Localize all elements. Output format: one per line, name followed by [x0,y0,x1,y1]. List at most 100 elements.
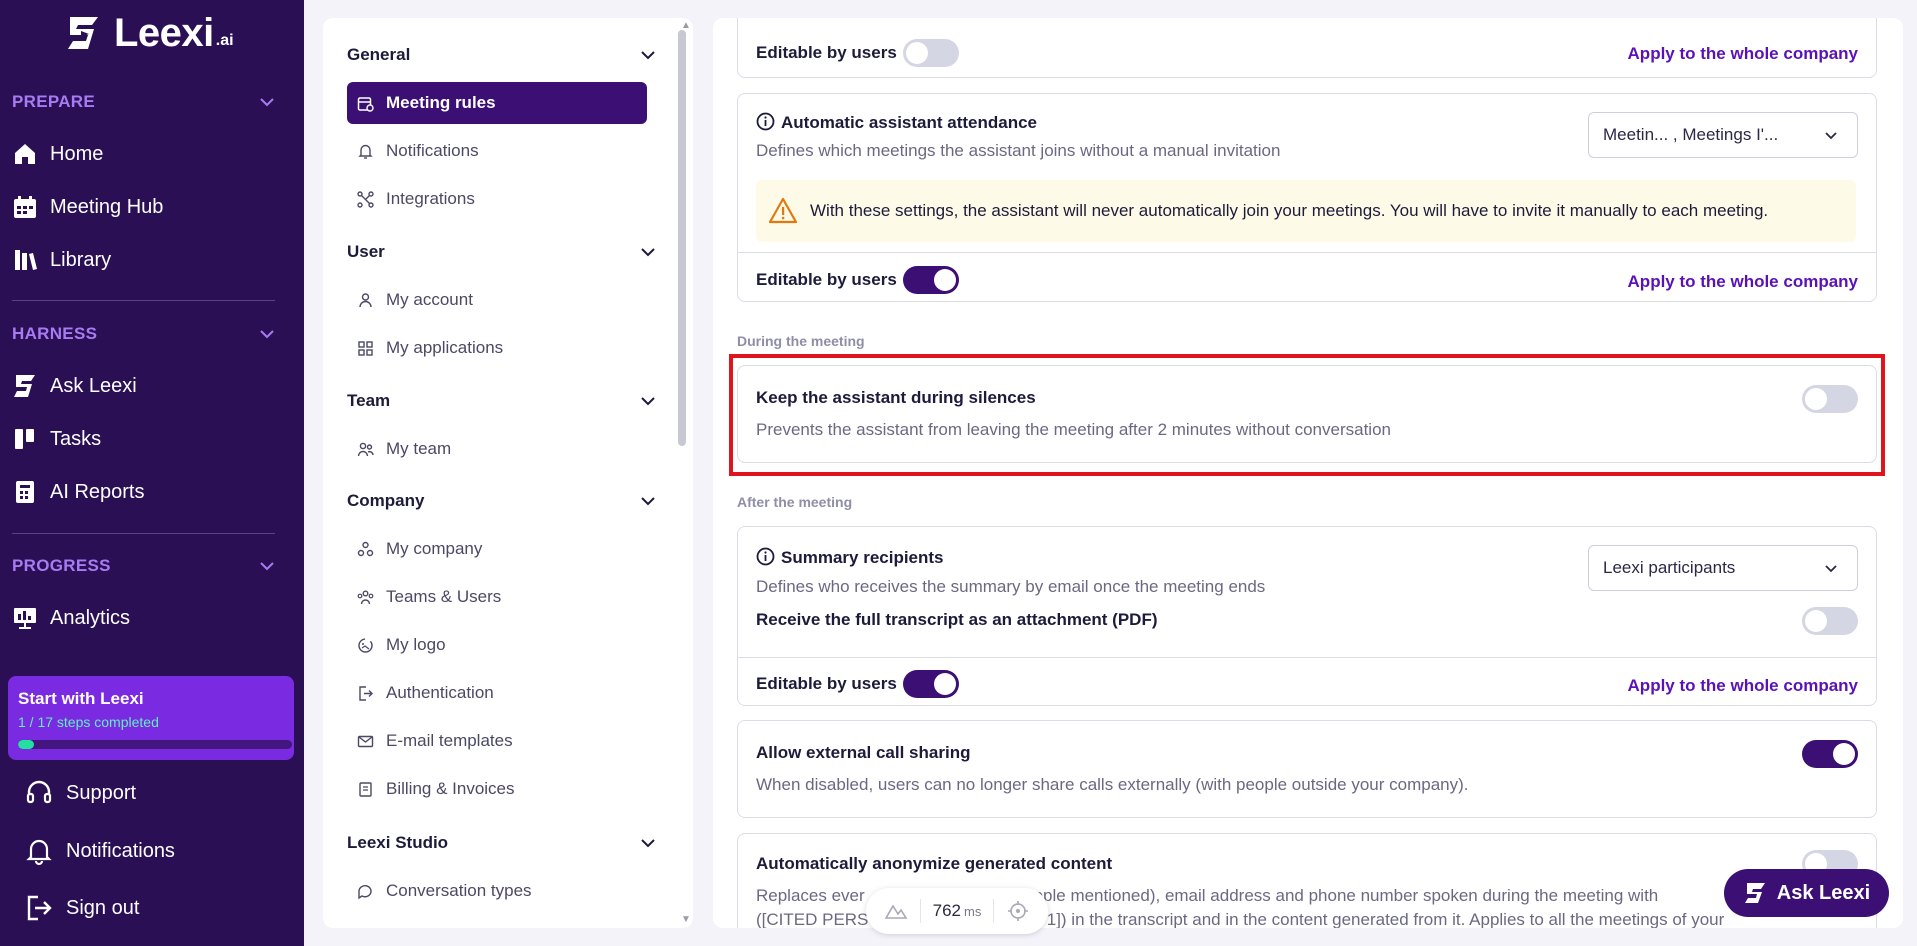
bell-icon [26,839,52,866]
attendance-select-value: Meetin... , Meetings I'... [1603,125,1779,144]
external-sharing-toggle[interactable] [1802,740,1858,768]
nav-sign-out[interactable]: Sign out [24,893,139,923]
mountain-icon[interactable] [884,899,908,923]
crosshair-icon[interactable] [1006,899,1030,923]
attendance-select[interactable]: Meetin... , Meetings I'... [1588,112,1858,158]
section-progress[interactable]: PROGRESS [12,556,276,576]
sidebar-divider [12,300,275,301]
summary-description: Defines who receives the summary by emai… [756,577,1266,596]
group-team[interactable]: Team [347,391,657,411]
external-sharing-title: Allow external call sharing [756,743,971,762]
nav-library-label: Library [50,248,112,271]
row-divider [738,657,1876,658]
nav-home-label: Home [50,142,104,165]
anonymize-description-part: ([CITED PERS [756,910,869,928]
authentication-icon [359,685,373,701]
apply-to-company-link[interactable]: Apply to the whole company [1628,676,1858,696]
silences-toggle[interactable] [1802,385,1858,413]
anonymize-description-part: NE 1]) in the transcript and in the cont… [1018,910,1725,928]
group-leexi-studio[interactable]: Leexi Studio [347,833,657,853]
group-user[interactable]: User [347,242,657,262]
editable-by-users-label: Editable by users [756,674,897,693]
settings-item-label: E-mail templates [386,731,513,750]
settings-item-meeting-rules[interactable]: Meeting rules [347,82,647,124]
editable-by-users-toggle[interactable] [902,39,959,67]
settings-item-my-team[interactable]: My team [347,428,647,470]
nav-analytics[interactable]: Analytics [12,603,130,633]
scroll-down-arrow[interactable]: ▼ [681,914,691,925]
editable-by-users-toggle[interactable] [902,670,959,698]
nav-notifications[interactable]: Notifications [24,836,175,866]
chevron-down-icon [260,562,274,571]
nav-ai-reports[interactable]: AI Reports [12,477,144,507]
warning-icon [768,197,798,224]
nav-tasks[interactable]: Tasks [12,424,101,454]
editable-by-users-label: Editable by users [756,43,897,62]
leexi-logo-icon [14,375,35,397]
nav-ask-leexi[interactable]: Ask Leexi [12,371,137,401]
meeting-rules-content: Editable by users Apply to the whole com… [713,18,1903,928]
chevron-down-icon [641,248,655,257]
group-company[interactable]: Company [347,491,657,511]
leexi-logo[interactable]: Leexi .ai [64,10,234,55]
anonymize-title: Automatically anonymize generated conten… [756,854,1113,873]
invoice-icon [359,781,372,797]
settings-item-my-account[interactable]: My account [347,279,647,321]
settings-item-my-company[interactable]: My company [347,528,647,570]
section-harness[interactable]: HARNESS [12,324,276,344]
settings-item-integrations[interactable]: Integrations [347,178,647,220]
sign-out-icon [27,895,52,921]
group-user-title: User [347,242,385,261]
settings-item-label: Integrations [386,189,475,208]
settings-card-previous: Editable by users Apply to the whole com… [737,18,1877,78]
ask-leexi-button[interactable]: Ask Leexi [1724,869,1889,917]
settings-item-my-applications[interactable]: My applications [347,327,647,369]
nav-meeting-hub[interactable]: Meeting Hub [12,192,163,222]
transcript-attachment-toggle[interactable] [1802,607,1858,635]
settings-nav-scrollbar[interactable] [678,30,686,446]
group-general[interactable]: General [347,45,657,65]
onboarding-title: Start with Leexi [18,689,144,708]
nav-home[interactable]: Home [12,139,103,169]
settings-item-label: My company [386,539,483,558]
settings-item-label: Meeting rules [386,93,496,112]
summary-card: Summary recipients Defines who receives … [737,526,1877,706]
nav-library[interactable]: Library [12,245,111,275]
settings-item-email-templates[interactable]: E-mail templates [347,720,647,762]
settings-item-conversation-types[interactable]: Conversation types [347,870,647,912]
brand-name: Leexi [114,10,214,55]
info-icon[interactable] [756,112,775,131]
settings-item-billing[interactable]: Billing & Invoices [347,768,647,810]
attendance-card: Automatic assistant attendance Defines w… [737,93,1877,302]
analytics-icon [14,608,36,629]
after-meeting-label: After the meeting [737,494,853,510]
external-sharing-description: When disabled, users can no longer share… [756,775,1469,794]
settings-item-my-logo[interactable]: My logo [347,624,647,666]
home-icon [15,144,35,164]
apply-to-company-link[interactable]: Apply to the whole company [1628,44,1858,64]
section-prepare-title: PREPARE [12,92,96,111]
editable-by-users-toggle[interactable] [902,266,959,294]
onboarding-progress-bar [18,740,292,749]
settings-item-authentication[interactable]: Authentication [347,672,647,714]
chevron-down-icon [641,397,655,406]
app-sidebar: Leexi .ai PREPARE Home Meeting Hub Libra… [0,0,304,946]
nav-tasks-label: Tasks [50,427,102,450]
settings-item-teams-users[interactable]: Teams & Users [347,576,647,618]
row-divider [738,252,1876,253]
editable-by-users-label: Editable by users [756,270,897,289]
info-icon[interactable] [756,547,775,566]
chevron-down-icon [1825,565,1837,573]
apply-to-company-link[interactable]: Apply to the whole company [1628,272,1858,292]
nav-support[interactable]: Support [24,778,136,808]
nav-sign-out-label: Sign out [66,896,140,919]
settings-item-notifications[interactable]: Notifications [347,130,647,172]
during-meeting-label: During the meeting [737,333,865,349]
attendance-title: Automatic assistant attendance [781,113,1038,132]
silences-card: Keep the assistant during silences Preve… [737,365,1877,463]
team-icon [357,442,374,456]
section-prepare[interactable]: PREPARE [12,92,276,112]
onboarding-card[interactable]: Start with Leexi 1 / 17 steps completed [8,676,294,760]
summary-recipients-select[interactable]: Leexi participants [1588,545,1858,591]
silences-description: Prevents the assistant from leaving the … [756,420,1391,439]
